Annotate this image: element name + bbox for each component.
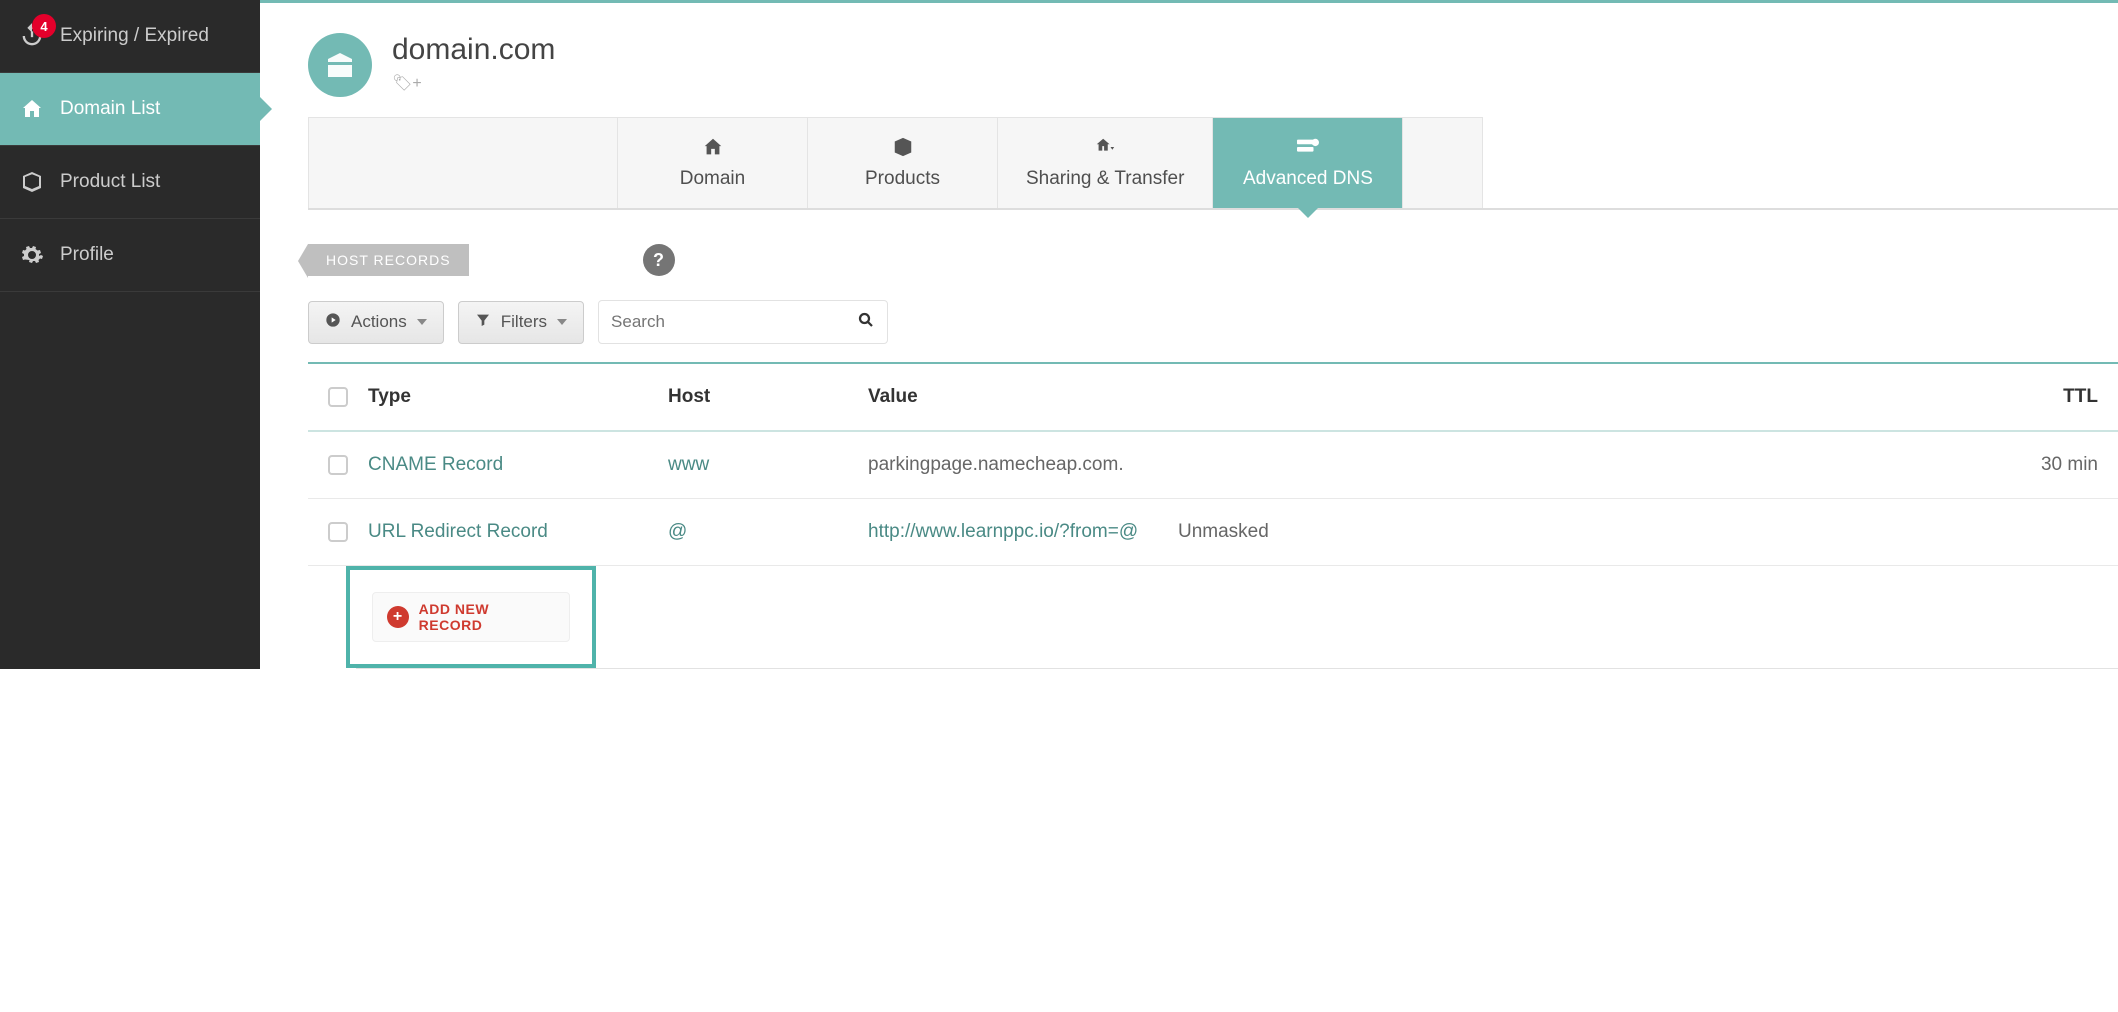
actions-label: Actions bbox=[351, 312, 407, 332]
add-record-highlight: + ADD NEW RECORD bbox=[346, 566, 596, 668]
col-type: Type bbox=[368, 386, 668, 408]
chevron-down-icon bbox=[557, 319, 567, 325]
sidebar-item-label: Profile bbox=[60, 244, 114, 266]
search-box[interactable] bbox=[598, 300, 888, 344]
search-input[interactable] bbox=[611, 312, 847, 332]
home-icon bbox=[646, 136, 779, 158]
cell-type[interactable]: CNAME Record bbox=[368, 454, 668, 476]
clock-icon: 4 bbox=[18, 22, 46, 50]
sidebar-item-label: Product List bbox=[60, 171, 160, 193]
domain-avatar-icon bbox=[308, 33, 372, 97]
tab-spacer bbox=[308, 117, 618, 208]
plus-icon: + bbox=[387, 606, 409, 628]
table-header: Type Host Value TTL bbox=[308, 364, 2118, 432]
home-icon bbox=[18, 95, 46, 123]
table-row[interactable]: URL Redirect Record @ http://www.learnpp… bbox=[308, 499, 2118, 566]
tab-domain[interactable]: Domain bbox=[618, 117, 808, 208]
tab-end-spacer bbox=[1403, 117, 1483, 208]
domain-header: domain.com 🏷+ bbox=[260, 3, 2118, 117]
sidebar-item-label: Expiring / Expired bbox=[60, 25, 209, 47]
table-row[interactable]: CNAME Record www parkingpage.namecheap.c… bbox=[308, 432, 2118, 499]
cell-host[interactable]: @ bbox=[668, 521, 868, 543]
sidebar-item-label: Domain List bbox=[60, 98, 160, 120]
tab-advanced-dns[interactable]: Advanced DNS bbox=[1213, 117, 1403, 208]
tab-sharing[interactable]: Sharing & Transfer bbox=[998, 117, 1213, 208]
transfer-icon bbox=[1026, 136, 1184, 158]
tabs: Domain Products Sharing & Transfer Advan… bbox=[308, 117, 2118, 210]
section-ribbon: HOST RECORDS bbox=[308, 244, 469, 276]
tab-label: Advanced DNS bbox=[1243, 168, 1373, 189]
sidebar: 4 Expiring / Expired Domain List Product… bbox=[0, 0, 260, 669]
row-checkbox[interactable] bbox=[328, 522, 348, 542]
tab-products[interactable]: Products bbox=[808, 117, 998, 208]
cell-type[interactable]: URL Redirect Record bbox=[368, 521, 668, 543]
col-host: Host bbox=[668, 386, 868, 408]
sidebar-item-domain-list[interactable]: Domain List bbox=[0, 73, 260, 146]
help-icon[interactable]: ? bbox=[643, 244, 675, 276]
search-icon[interactable] bbox=[857, 311, 875, 334]
select-all-checkbox[interactable] bbox=[328, 387, 348, 407]
cell-ttl[interactable]: 30 min bbox=[1378, 454, 2118, 476]
filters-button[interactable]: Filters bbox=[458, 301, 584, 344]
cell-host[interactable]: www bbox=[668, 454, 868, 476]
add-new-record-button[interactable]: + ADD NEW RECORD bbox=[372, 592, 570, 642]
sidebar-item-profile[interactable]: Profile bbox=[0, 219, 260, 292]
play-icon bbox=[325, 312, 341, 333]
cell-value[interactable]: parkingpage.namecheap.com. bbox=[868, 454, 1178, 476]
add-label: ADD NEW RECORD bbox=[419, 601, 555, 633]
row-checkbox[interactable] bbox=[328, 455, 348, 475]
filters-label: Filters bbox=[501, 312, 547, 332]
divider bbox=[356, 668, 2118, 669]
page-title: domain.com bbox=[392, 33, 555, 67]
expiring-badge: 4 bbox=[32, 14, 56, 38]
tab-label: Products bbox=[865, 168, 940, 189]
host-records-table: Type Host Value TTL CNAME Record www par… bbox=[308, 362, 2118, 669]
col-value: Value bbox=[868, 386, 1178, 408]
sidebar-item-product-list[interactable]: Product List bbox=[0, 146, 260, 219]
col-ttl: TTL bbox=[1378, 386, 2118, 408]
sidebar-item-expiring[interactable]: 4 Expiring / Expired bbox=[0, 0, 260, 73]
server-icon bbox=[1241, 136, 1374, 158]
cell-value[interactable]: http://www.learnppc.io/?from=@ bbox=[868, 521, 1178, 543]
filter-icon bbox=[475, 312, 491, 333]
actions-button[interactable]: Actions bbox=[308, 301, 444, 344]
box-icon bbox=[836, 136, 969, 158]
tag-add-icon[interactable]: 🏷+ bbox=[392, 75, 422, 92]
tab-label: Domain bbox=[680, 168, 745, 189]
box-icon bbox=[18, 168, 46, 196]
tab-label: Sharing & Transfer bbox=[1026, 168, 1184, 189]
gear-icon bbox=[18, 241, 46, 269]
main-content: domain.com 🏷+ Domain Products Sharing & … bbox=[260, 0, 2118, 669]
cell-mask: Unmasked bbox=[1178, 521, 1378, 543]
chevron-down-icon bbox=[417, 319, 427, 325]
